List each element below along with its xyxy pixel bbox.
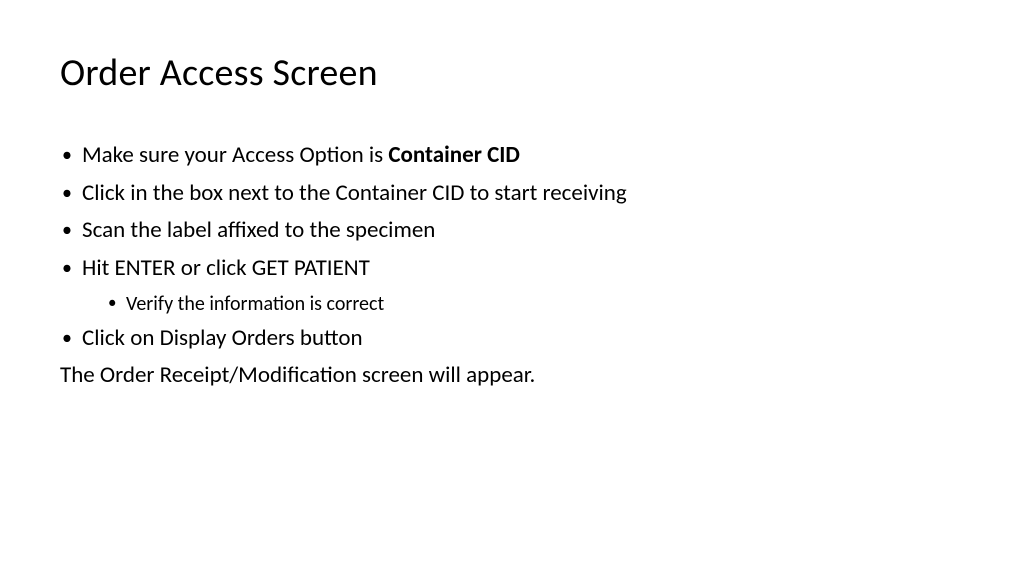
bullet-item-1: Make sure your Access Option is Containe…	[60, 138, 964, 174]
bullet-4-text: Hit ENTER or click GET PATIENT	[82, 254, 370, 282]
bullet-item-4: Hit ENTER or click GET PATIENT Verify th…	[60, 251, 964, 319]
bullet-item-3: Scan the label affixed to the specimen	[60, 213, 964, 249]
sub-bullet-item-1: Verify the information is correct	[106, 289, 964, 319]
closing-text: The Order Receipt/Modification screen wi…	[60, 358, 964, 394]
bullet-1-bold: Container CID	[388, 141, 520, 169]
bullet-item-5: Click on Display Orders button	[60, 321, 964, 357]
slide-title: Order Access Screen	[60, 50, 964, 96]
bullet-1-prefix: Make sure your Access Option is	[82, 141, 388, 169]
bullet-item-2: Click in the box next to the Container C…	[60, 176, 964, 212]
sub-bullet-list: Verify the information is correct	[82, 289, 964, 319]
bullet-list: Make sure your Access Option is Containe…	[60, 138, 964, 356]
